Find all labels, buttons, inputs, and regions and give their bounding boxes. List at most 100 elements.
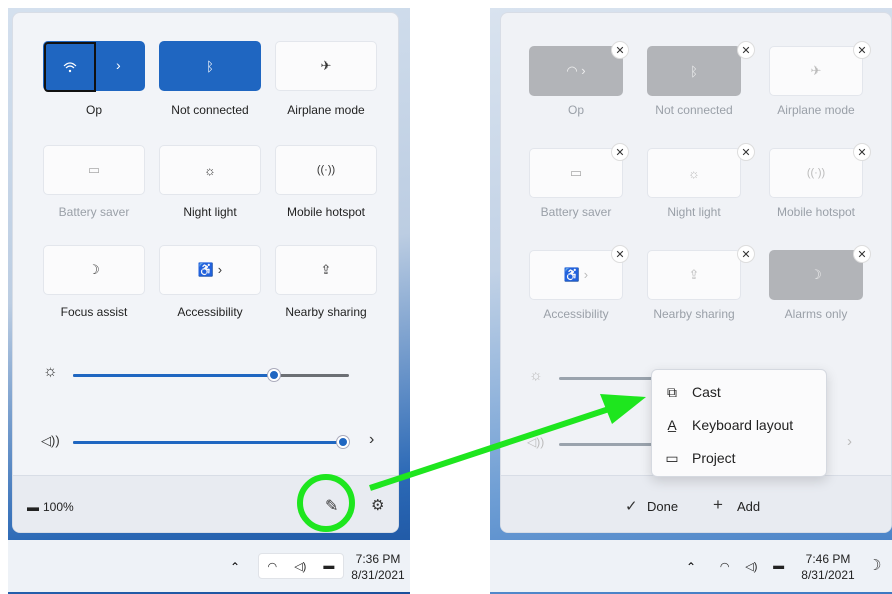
clock-date[interactable]: 8/31/2021 <box>346 568 410 582</box>
volume-icon: ◁) <box>294 560 307 573</box>
menu-item-project[interactable]: ▭ Project <box>652 442 826 474</box>
focus-assist-tile[interactable]: ☽ <box>769 250 863 300</box>
tile-label: Nearby sharing <box>653 307 735 321</box>
volume-icon: ◁)) <box>41 433 60 448</box>
unpin-icon[interactable]: ✕ <box>853 143 871 161</box>
volume-icon: ◁)) <box>527 435 545 449</box>
unpin-icon[interactable]: ✕ <box>853 245 871 263</box>
accessibility-icon: ♿ › <box>197 262 223 277</box>
quick-settings-panel: › ᛒ ✈ Op Not connected Airplane mode ▭ ☼… <box>12 12 399 533</box>
done-button[interactable]: Done <box>647 499 678 514</box>
gear-icon[interactable]: ⚙ <box>371 496 384 514</box>
tile-label: Not connected <box>655 103 733 117</box>
system-tray-cluster[interactable]: ◠ ◁) ▬ <box>258 553 344 579</box>
volume-thumb[interactable] <box>337 436 350 448</box>
unpin-icon[interactable]: ✕ <box>737 245 755 263</box>
share-icon: ⇪ <box>320 262 332 277</box>
nearby-sharing-tile[interactable]: ⇪ <box>275 245 377 295</box>
battery-saver-tile[interactable]: ▭ <box>43 145 145 195</box>
mobile-hotspot-tile[interactable]: ((·)) <box>275 145 377 195</box>
unpin-icon[interactable]: ✕ <box>737 143 755 161</box>
left-screenshot: › ᛒ ✈ Op Not connected Airplane mode ▭ ☼… <box>8 8 410 594</box>
airplane-icon: ✈ <box>810 63 822 78</box>
unpin-icon[interactable]: ✕ <box>611 143 629 161</box>
chevron-right-icon[interactable]: › <box>116 57 121 73</box>
battery-saver-tile[interactable]: ▭ <box>529 148 623 198</box>
mobile-hotspot-icon: ((·)) <box>806 167 826 179</box>
tile-label: Op <box>85 103 102 117</box>
tile-label: Battery saver <box>540 205 612 219</box>
airplane-mode-tile[interactable]: ✈ <box>769 46 863 96</box>
wifi-tile[interactable]: ◠ › <box>529 46 623 96</box>
chevron-right-icon[interactable]: › <box>369 431 374 449</box>
clock-date[interactable]: 8/31/2021 <box>796 568 860 582</box>
panel-footer <box>501 475 891 532</box>
add-menu: ⧉ Cast A̲ Keyboard layout ▭ Project <box>651 369 827 477</box>
tile-label: Night light <box>183 205 237 219</box>
unpin-icon[interactable]: ✕ <box>853 41 871 59</box>
mobile-hotspot-tile[interactable]: ((·)) <box>769 148 863 198</box>
quick-settings-panel-edit-mode: ◠ › ✕ ᛒ ✕ ✈ ✕ Op Not connected Airplane … <box>500 12 892 533</box>
tile-label: Accessibility <box>543 307 609 321</box>
accessibility-tile[interactable]: ♿ › <box>529 250 623 300</box>
right-screenshot: ◠ › ✕ ᛒ ✕ ✈ ✕ Op Not connected Airplane … <box>490 8 892 594</box>
wifi-tile[interactable]: › <box>43 41 145 92</box>
tile-label: Mobile hotspot <box>286 205 366 219</box>
clock-time[interactable]: 7:46 PM <box>796 552 860 566</box>
bluetooth-icon: ᛒ <box>690 63 698 79</box>
chevron-right-icon: › <box>847 433 852 450</box>
accessibility-tile[interactable]: ♿ › <box>159 245 261 295</box>
tile-label: Mobile hotspot <box>776 205 856 219</box>
clock-time[interactable]: 7:36 PM <box>346 552 410 566</box>
volume-icon: ◁) <box>745 560 758 573</box>
battery-icon: ▬ <box>27 500 39 514</box>
highlight-circle <box>297 474 355 532</box>
brightness-fill <box>73 374 275 377</box>
chevron-up-icon[interactable]: ⌃ <box>230 560 240 574</box>
bluetooth-tile[interactable]: ᛒ <box>647 46 741 96</box>
menu-item-label: Keyboard layout <box>692 417 794 433</box>
brightness-thumb[interactable] <box>268 369 281 381</box>
tile-label: Nearby sharing <box>285 305 367 319</box>
tile-label: Airplane mode <box>287 103 365 117</box>
checkmark-icon[interactable]: ✓ <box>625 497 638 515</box>
airplane-icon: ✈ <box>320 58 332 73</box>
unpin-icon[interactable]: ✕ <box>611 41 629 59</box>
system-tray-cluster[interactable]: ◠ ◁) ▬ <box>712 554 792 578</box>
brightness-icon: ☼ <box>529 367 543 384</box>
night-light-tile[interactable]: ☼ <box>647 148 741 198</box>
taskbar: ⌃ ◠ ◁) ▬ 7:46 PM 8/31/2021 ☽ <box>490 540 892 592</box>
menu-item-cast[interactable]: ⧉ Cast <box>652 376 826 408</box>
focus-assist-tile[interactable]: ☽ <box>43 245 145 295</box>
tile-label: Airplane mode <box>777 103 855 117</box>
battery-percent: 100% <box>43 500 74 514</box>
tile-label: Accessibility <box>177 305 243 319</box>
battery-saver-icon: ▭ <box>87 162 101 177</box>
moon-icon[interactable]: ☽ <box>868 556 881 574</box>
nearby-sharing-tile[interactable]: ⇪ <box>647 250 741 300</box>
menu-item-keyboard-layout[interactable]: A̲ Keyboard layout <box>652 409 826 441</box>
airplane-mode-tile[interactable]: ✈ <box>275 41 377 91</box>
volume-fill <box>73 441 344 444</box>
project-icon: ▭ <box>665 449 679 466</box>
tile-label: Battery saver <box>58 205 130 219</box>
wifi-icon[interactable] <box>44 42 96 92</box>
wifi-icon: ◠ <box>267 560 278 573</box>
night-light-tile[interactable]: ☼ <box>159 145 261 195</box>
moon-icon: ☽ <box>88 262 100 277</box>
unpin-icon[interactable]: ✕ <box>611 245 629 263</box>
accessibility-icon: ♿ › <box>563 267 589 282</box>
add-button[interactable]: Add <box>737 499 760 514</box>
night-light-icon: ☼ <box>688 165 700 181</box>
brightness-icon: ☼ <box>43 363 58 380</box>
wifi-icon: ◠ <box>719 560 730 573</box>
plus-icon[interactable]: + <box>713 495 723 515</box>
tile-label: Not connected <box>171 103 249 117</box>
menu-item-label: Cast <box>692 384 721 400</box>
keyboard-layout-icon: A̲ <box>667 417 677 433</box>
bluetooth-tile[interactable]: ᛒ <box>159 41 261 91</box>
bluetooth-icon: ᛒ <box>206 58 214 74</box>
chevron-up-icon[interactable]: ⌃ <box>686 560 696 574</box>
unpin-icon[interactable]: ✕ <box>737 41 755 59</box>
battery-saver-icon: ▭ <box>569 165 583 180</box>
